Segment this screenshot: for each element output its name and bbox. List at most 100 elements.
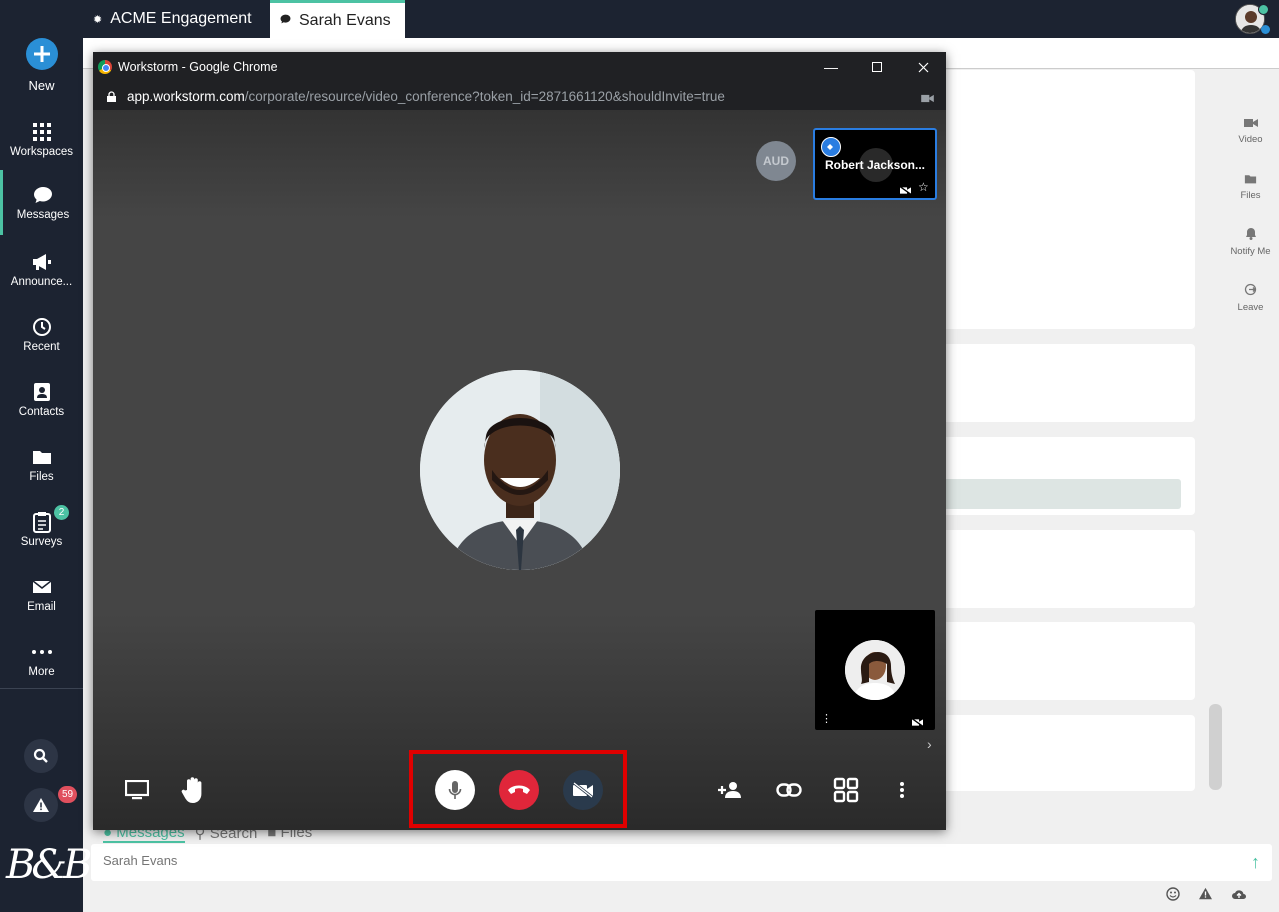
mail-icon — [0, 576, 83, 598]
pinned-participant-tile[interactable]: Robert Jackson... ☆ — [813, 128, 937, 200]
sidebar-item-contacts[interactable]: Contacts — [0, 367, 83, 432]
video-off-icon — [911, 714, 924, 732]
hand-icon — [181, 777, 202, 803]
cloud-upload-icon[interactable] — [1231, 887, 1247, 906]
more-options-button[interactable] — [882, 770, 922, 810]
sidebar-item-label: Workspaces — [9, 146, 74, 158]
composer-tools — [1166, 887, 1247, 906]
video-label: Video — [1238, 134, 1263, 145]
tab-label: Sarah Evans — [299, 11, 391, 29]
folder-icon — [0, 446, 83, 468]
leave-label: Leave — [1237, 302, 1264, 313]
scrollbar[interactable] — [1209, 704, 1222, 790]
surveys-badge: 2 — [54, 505, 69, 520]
screen-share-button[interactable] — [117, 770, 157, 810]
participant-name: Robert Jackson... — [824, 158, 926, 172]
sidebar-item-label: Messages — [16, 209, 70, 221]
window-title-bar: Workstorm - Google Chrome — — [93, 52, 946, 82]
alert-icon[interactable] — [1198, 887, 1213, 906]
close-icon[interactable] — [900, 52, 946, 82]
search-icon[interactable] — [24, 739, 58, 773]
gear-small-icon: ✹ — [93, 13, 103, 26]
megaphone-icon — [0, 251, 83, 273]
leave-icon — [1244, 278, 1257, 296]
notify-me-label: Notify Me — [1230, 246, 1271, 257]
sidebar-item-label: Files — [29, 471, 54, 483]
alert-icon[interactable] — [24, 788, 58, 822]
grid-view-button[interactable] — [826, 770, 866, 810]
send-arrow-icon[interactable]: ↑ — [1251, 852, 1260, 873]
history-icon — [0, 316, 83, 338]
chat-icon — [280, 14, 291, 27]
message-composer: ↑ — [91, 844, 1272, 881]
sidebar-item-announcements[interactable]: Announce... — [0, 237, 83, 302]
sidebar-divider — [0, 688, 83, 689]
camera-toggle-button[interactable] — [563, 770, 603, 810]
main-speaker-avatar — [420, 370, 620, 570]
files-label: Files — [1240, 190, 1261, 201]
camera-permission-icon[interactable] — [921, 91, 934, 106]
tab-sarah-evans[interactable]: Sarah Evans — [270, 0, 405, 38]
sidebar-item-files[interactable]: Files — [0, 432, 83, 497]
sidebar-item-label: Recent — [23, 341, 60, 353]
link-icon — [776, 783, 802, 797]
contacts-icon — [0, 381, 83, 403]
folder-icon — [1244, 166, 1257, 184]
online-status-dot — [1258, 4, 1269, 15]
raise-hand-button[interactable] — [173, 770, 213, 810]
new-label: New — [28, 78, 55, 93]
address-bar: app.workstorm.com/corporate/resource/vid… — [93, 82, 946, 110]
pin-icon[interactable] — [821, 137, 841, 157]
more-vertical-icon — [900, 782, 904, 798]
add-participant-button[interactable] — [711, 770, 751, 810]
sidebar-item-more[interactable]: More — [0, 627, 83, 692]
add-person-icon — [718, 782, 741, 798]
video-stage: AUD Robert Jackson... ☆ ⋮ › — [93, 110, 946, 830]
emoji-icon[interactable] — [1166, 887, 1180, 906]
sidebar-item-messages[interactable]: Messages — [0, 170, 83, 235]
url-host: app.workstorm.com — [127, 89, 245, 104]
new-button[interactable]: New — [0, 38, 83, 93]
message-card — [940, 70, 1195, 329]
right-action-panel: Video Files Notify Me Leave — [1222, 110, 1279, 334]
message-card — [940, 622, 1195, 700]
audio-only-avatar: AUD — [756, 141, 796, 181]
video-off-icon — [899, 182, 912, 200]
sidebar-item-label: More — [28, 666, 55, 678]
message-card — [940, 344, 1195, 422]
message-card — [940, 715, 1195, 791]
message-card — [940, 437, 1195, 515]
star-icon[interactable]: ☆ — [918, 180, 929, 194]
sidebar-item-email[interactable]: Email — [0, 562, 83, 627]
minimize-icon[interactable]: — — [808, 52, 854, 82]
leave-action[interactable]: Leave — [1222, 278, 1279, 334]
sidebar-item-recent[interactable]: Recent — [0, 302, 83, 367]
video-call-window: Workstorm - Google Chrome — app.workstor… — [93, 52, 946, 830]
url-text[interactable]: app.workstorm.com/corporate/resource/vid… — [127, 89, 725, 104]
mute-button[interactable] — [435, 770, 475, 810]
notify-me-action[interactable]: Notify Me — [1222, 222, 1279, 278]
info-status-dot — [1261, 25, 1270, 34]
sidebar-item-label: Email — [27, 601, 56, 613]
video-action[interactable]: Video — [1222, 110, 1279, 166]
more-icon — [0, 641, 83, 663]
more-options-icon[interactable]: ⋮ — [821, 712, 832, 725]
window-title: Workstorm - Google Chrome — [118, 60, 278, 74]
company-logo: B&B — [6, 842, 92, 888]
highlighted-bar — [940, 479, 1181, 509]
clipboard-icon — [0, 511, 83, 533]
sidebar-item-label: Surveys — [20, 536, 63, 548]
tab-acme-engagement[interactable]: ✹ ACME Engagement — [83, 0, 268, 38]
hang-up-icon — [508, 785, 530, 794]
files-action[interactable]: Files — [1222, 166, 1279, 222]
message-input[interactable] — [103, 853, 1223, 868]
self-view-tile[interactable]: ⋮ — [815, 610, 935, 730]
sidebar-item-surveys[interactable]: Surveys 2 — [0, 497, 83, 562]
bell-icon — [1245, 222, 1257, 240]
end-call-button[interactable] — [499, 770, 539, 810]
monitor-icon — [125, 780, 149, 800]
self-avatar — [845, 640, 905, 700]
maximize-icon[interactable] — [854, 52, 900, 82]
sidebar-item-workspaces[interactable]: Workspaces — [0, 107, 83, 172]
copy-link-button[interactable] — [769, 770, 809, 810]
